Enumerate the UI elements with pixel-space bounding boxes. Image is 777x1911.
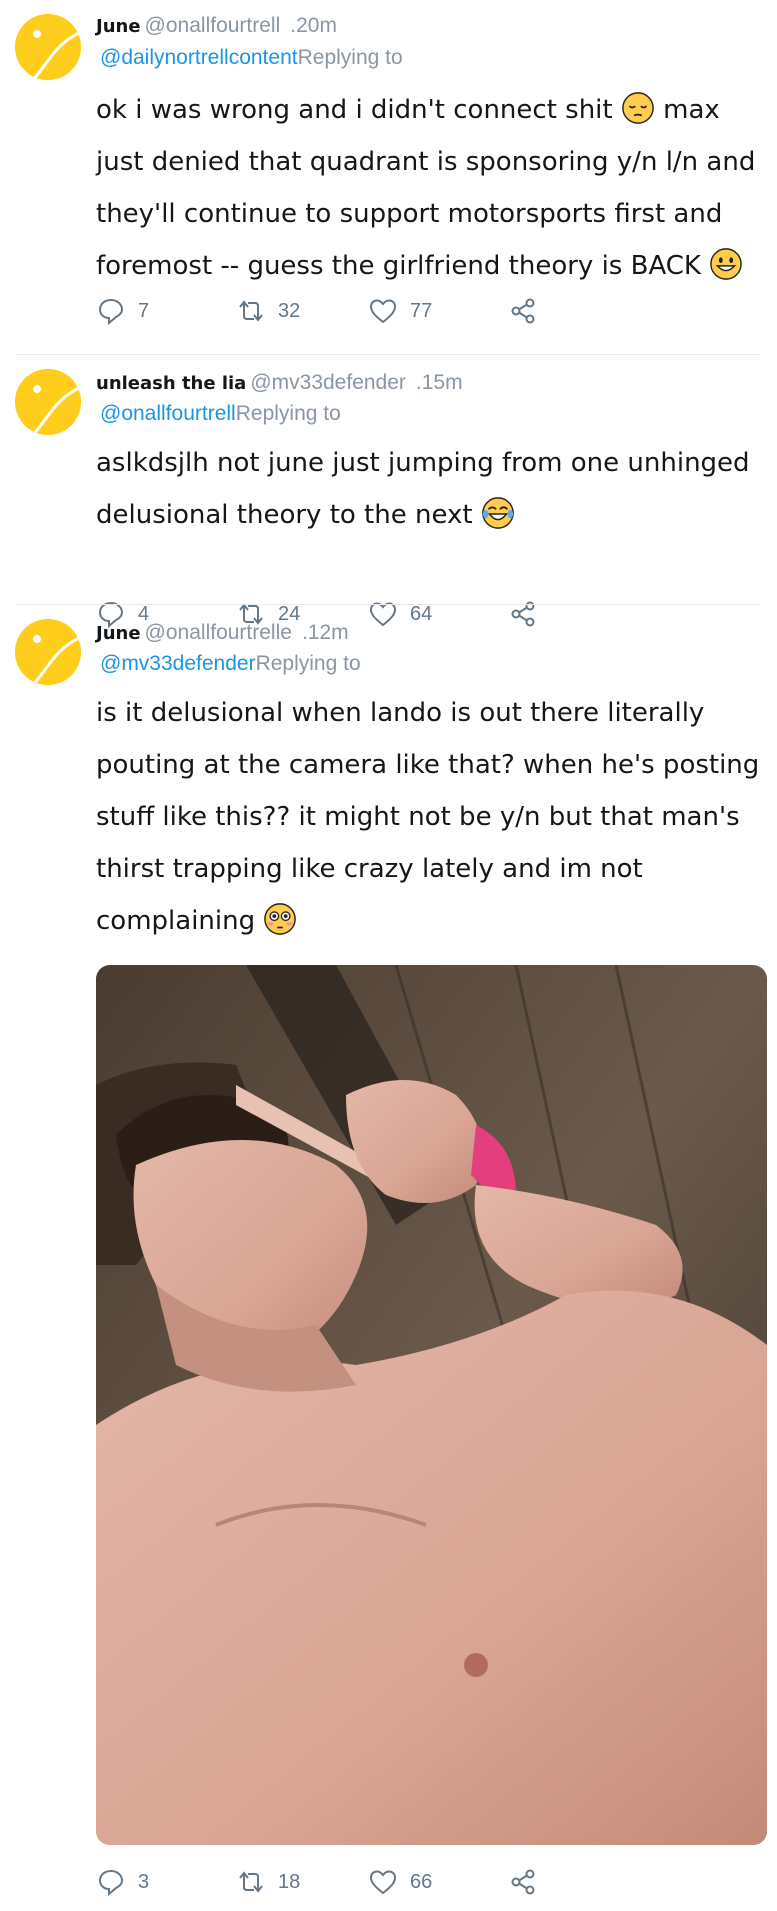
reply-mention-link[interactable]: @mv33defender bbox=[100, 652, 256, 675]
retweet-button[interactable]: 18 bbox=[236, 1864, 300, 1900]
tweet-2[interactable]: unleash the lia @mv33defender .15m @onallf… bbox=[0, 355, 777, 629]
timestamp[interactable]: .20m bbox=[290, 14, 337, 37]
user-handle[interactable]: @mv33defender bbox=[250, 371, 406, 394]
retweet-icon bbox=[239, 1871, 263, 1893]
share-button[interactable] bbox=[508, 1864, 538, 1900]
grinning-face-emoji-icon bbox=[710, 248, 743, 280]
avatar[interactable] bbox=[15, 14, 81, 80]
tweet-1[interactable]: June @onallfourtrell .20m @dailynortrellco… bbox=[0, 0, 777, 355]
retweet-icon bbox=[239, 300, 263, 322]
reply-context: @mv33defenderReplying to bbox=[100, 650, 361, 678]
tennis-ball-avatar-icon bbox=[15, 14, 81, 80]
reply-count: 7 bbox=[138, 299, 150, 322]
reply-icon bbox=[98, 1869, 124, 1897]
avatar[interactable] bbox=[15, 619, 81, 685]
like-button[interactable]: 66 bbox=[368, 1864, 432, 1900]
reply-mention-link[interactable]: @onallfourtrell bbox=[100, 402, 236, 425]
timestamp[interactable]: .12m bbox=[302, 621, 349, 644]
replying-to-label: Replying to bbox=[255, 652, 361, 675]
tweet-text: ok i was wrong and i didn't connect shit… bbox=[96, 84, 766, 292]
tweet-text: is it delusional when lando is out there… bbox=[96, 687, 766, 947]
share-icon bbox=[511, 298, 535, 324]
tennis-ball-avatar-icon bbox=[15, 619, 81, 685]
attached-photo[interactable] bbox=[96, 965, 767, 1845]
tweet-text: aslkdsjlh not june just jumping from one… bbox=[96, 437, 766, 541]
reply-count: 3 bbox=[138, 1870, 150, 1893]
reply-mention-link[interactable]: @dailynortrellcontent bbox=[100, 46, 298, 69]
tweet-actions: 3 18 66 bbox=[96, 1864, 656, 1904]
replying-to-label: Replying to bbox=[235, 402, 341, 425]
like-button[interactable]: 77 bbox=[368, 293, 432, 329]
flushed-face-emoji-icon bbox=[264, 903, 297, 935]
tweet-header: June @onallfourtrelle .12m bbox=[96, 619, 349, 648]
avatar[interactable] bbox=[15, 369, 81, 435]
reply-icon bbox=[98, 298, 124, 326]
tweet-text-part: ok i was wrong and i didn't connect shit bbox=[96, 95, 621, 125]
user-handle[interactable]: @onallfourtrell bbox=[145, 14, 281, 37]
reply-context: @dailynortrellcontentReplying to bbox=[100, 44, 403, 72]
like-icon bbox=[369, 299, 397, 324]
tweet-header: unleash the lia @mv33defender .15m bbox=[96, 369, 463, 398]
tweet-header: June @onallfourtrell .20m bbox=[96, 12, 337, 41]
reply-button[interactable]: 7 bbox=[96, 293, 149, 329]
reply-context: @onallfourtrellReplying to bbox=[100, 400, 341, 428]
share-button[interactable] bbox=[508, 293, 538, 329]
share-icon bbox=[511, 1869, 535, 1895]
display-name[interactable]: unleash the lia bbox=[96, 373, 246, 394]
tweet-3[interactable]: June @onallfourtrelle .12m @mv33defenderRe… bbox=[0, 605, 777, 1911]
user-handle[interactable]: @onallfourtrelle bbox=[145, 621, 292, 644]
retweet-button[interactable]: 32 bbox=[236, 293, 300, 329]
retweet-count: 18 bbox=[278, 1870, 301, 1893]
retweet-count: 32 bbox=[278, 299, 301, 322]
display-name[interactable]: June bbox=[96, 623, 141, 644]
tweet-text-part: aslkdsjlh not june just jumping from one… bbox=[96, 448, 750, 530]
display-name[interactable]: June bbox=[96, 16, 141, 37]
timestamp[interactable]: .15m bbox=[416, 371, 463, 394]
like-count: 66 bbox=[410, 1870, 433, 1893]
tweet-text-part: is it delusional when lando is out there… bbox=[96, 698, 760, 936]
photo-image bbox=[96, 965, 767, 1845]
pensive-face-emoji-icon bbox=[622, 92, 654, 124]
replying-to-label: Replying to bbox=[297, 46, 403, 69]
tennis-ball-avatar-icon bbox=[15, 369, 81, 435]
tears-of-joy-emoji-icon bbox=[482, 497, 514, 529]
tweet-actions: 7 32 77 bbox=[96, 293, 656, 333]
like-icon bbox=[369, 1870, 397, 1895]
like-count: 77 bbox=[410, 299, 433, 322]
reply-button[interactable]: 3 bbox=[96, 1864, 149, 1900]
